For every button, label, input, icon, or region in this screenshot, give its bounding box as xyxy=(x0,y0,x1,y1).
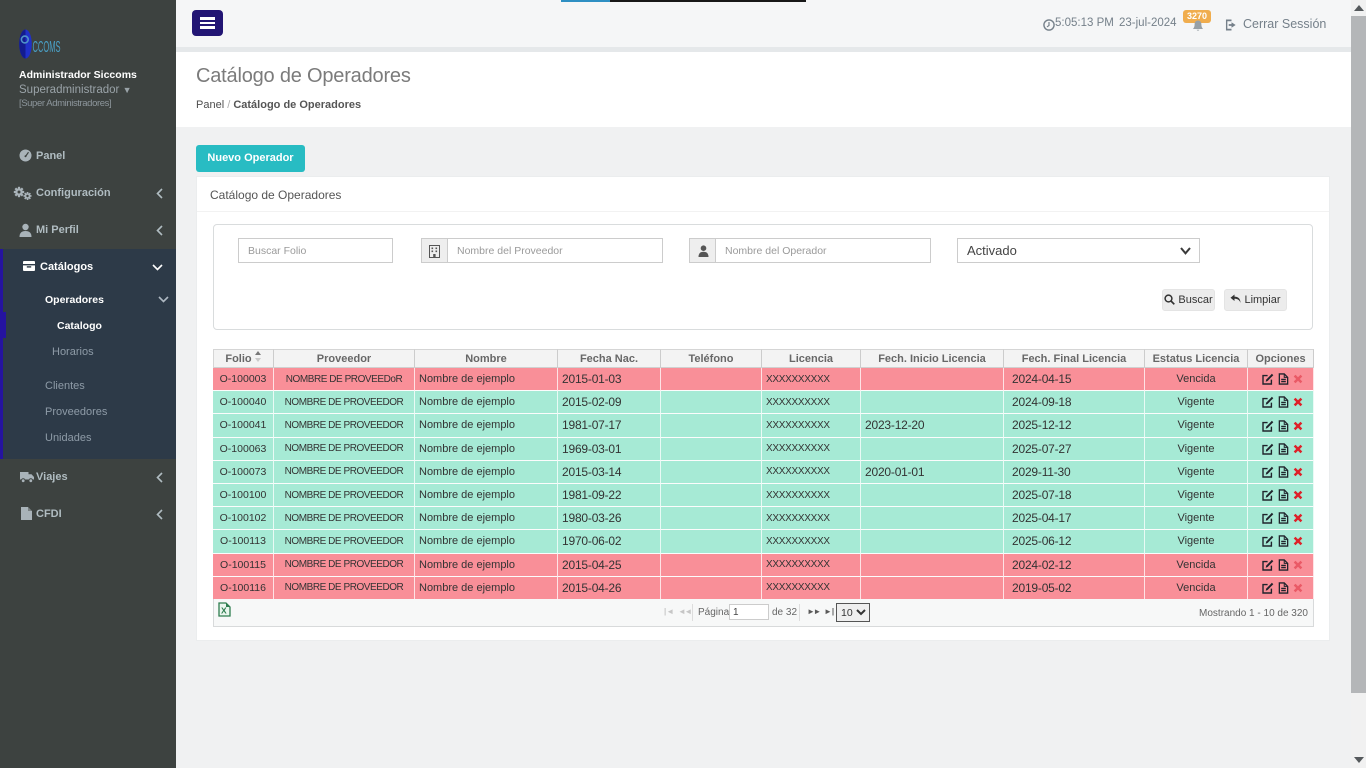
svg-text:X: X xyxy=(221,606,227,616)
svg-text:CCOMS: CCOMS xyxy=(33,39,61,56)
